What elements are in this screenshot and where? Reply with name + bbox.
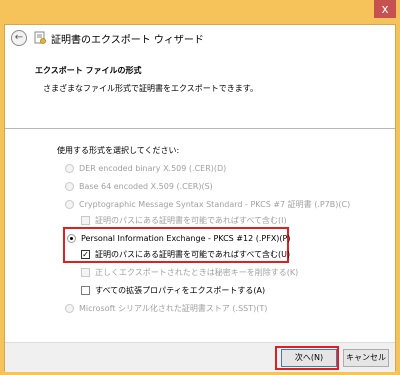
radio-pfx-label: Personal Information Exchange - PKCS #12… <box>81 233 291 243</box>
checkbox-pfx-label: 証明のパスにある証明書を可能であればすべて含む(U) <box>95 249 291 259</box>
radio-button[interactable] <box>65 181 74 191</box>
format-prompt: 使用する形式を選択してください: <box>57 146 180 155</box>
wizard-client-area: ← 証明書のエクスポート ウィザード エクスポート ファイルの形式 さまざまなフ… <box>4 24 396 372</box>
checkbox-delete-private-key[interactable]: 正しくエクスポートされたときは秘密キーを削除する(K) <box>81 265 298 279</box>
radio-sst-label: Microsoft シリアル化された証明書ストア (.SST)(T) <box>79 303 268 313</box>
certificate-icon <box>34 31 46 44</box>
radio-pkcs7-label: Cryptographic Message Syntax Standard - … <box>79 199 351 209</box>
radio-button[interactable] <box>65 163 74 173</box>
radio-sst-format[interactable]: Microsoft シリアル化された証明書ストア (.SST)(T) <box>65 301 267 315</box>
header-divider <box>5 128 395 129</box>
section-title: エクスポート ファイルの形式 <box>35 66 142 75</box>
next-button[interactable]: 次へ(N) <box>281 349 337 367</box>
wizard-title: 証明書のエクスポート ウィザード <box>51 35 204 46</box>
radio-button-selected[interactable] <box>67 233 76 243</box>
title-bar: x <box>0 0 400 24</box>
close-button[interactable]: x <box>374 0 396 18</box>
radio-pfx-format[interactable]: Personal Information Exchange - PKCS #12… <box>67 231 291 245</box>
checkbox[interactable] <box>81 285 90 295</box>
checkbox-pkcs7-label: 証明のパスにある証明書を可能であればすべて含む(I) <box>95 215 287 225</box>
checkbox[interactable] <box>81 267 90 277</box>
checkbox-pfx-include-path[interactable]: ✓ 証明のパスにある証明書を可能であればすべて含む(U) <box>81 247 290 261</box>
checkbox-pkcs7-include-path[interactable]: 証明のパスにある証明書を可能であればすべて含む(I) <box>81 213 287 227</box>
wizard-window: x ← 証明書のエクスポート ウィザード エクスポート ファイルの形式 さまざま… <box>0 0 400 375</box>
checkbox-delete-key-label: 正しくエクスポートされたときは秘密キーを削除する(K) <box>95 267 299 277</box>
radio-der-format[interactable]: DER encoded binary X.509 (.CER)(D) <box>65 161 226 175</box>
checkbox[interactable] <box>81 215 90 225</box>
checkbox-export-properties[interactable]: すべての拡張プロパティをエクスポートする(A) <box>81 283 265 297</box>
radio-button[interactable] <box>65 199 74 209</box>
back-arrow-icon[interactable]: ← <box>11 30 27 46</box>
cancel-button[interactable]: キャンセル <box>343 349 389 367</box>
radio-base64-format[interactable]: Base 64 encoded X.509 (.CER)(S) <box>65 179 213 193</box>
wizard-footer: 次へ(N) キャンセル <box>5 342 395 372</box>
radio-button[interactable] <box>65 303 74 313</box>
radio-base64-label: Base 64 encoded X.509 (.CER)(S) <box>79 181 213 191</box>
section-subtitle: さまざまなファイル形式で証明書をエクスポートできます。 <box>43 84 258 93</box>
radio-pkcs7-format[interactable]: Cryptographic Message Syntax Standard - … <box>65 197 350 211</box>
wizard-header: ← 証明書のエクスポート ウィザード <box>5 25 395 53</box>
checkbox-export-props-label: すべての拡張プロパティをエクスポートする(A) <box>95 285 266 295</box>
radio-der-label: DER encoded binary X.509 (.CER)(D) <box>79 163 227 173</box>
checkmark-icon[interactable]: ✓ <box>81 249 90 259</box>
